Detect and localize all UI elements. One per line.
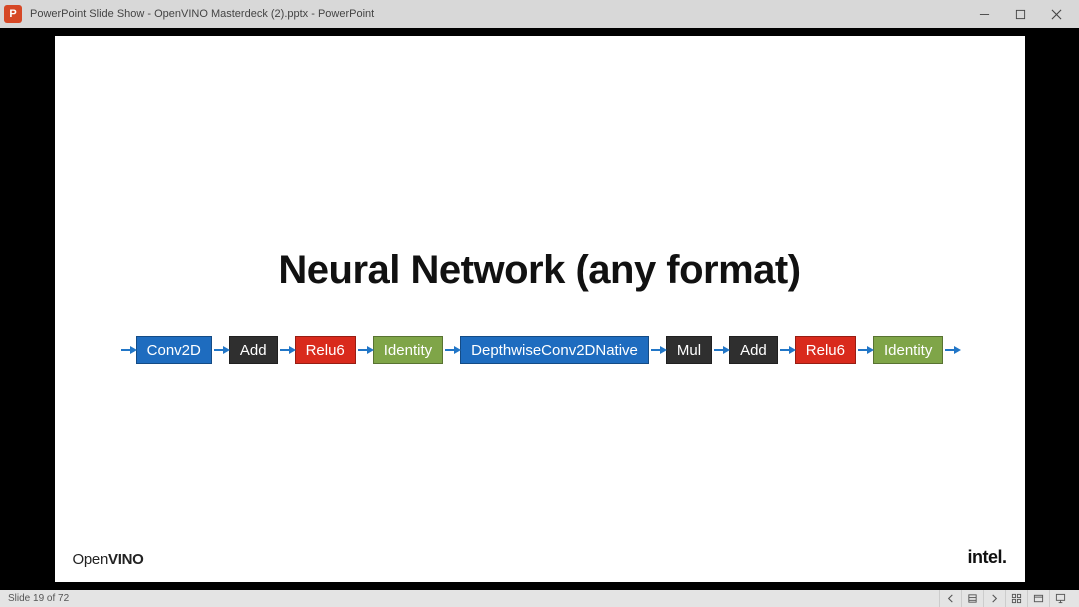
arrow-icon [778, 346, 795, 354]
flow-node: Conv2D [136, 336, 212, 364]
arrow-icon [856, 346, 873, 354]
arrow-icon [212, 346, 229, 354]
menu-button[interactable] [961, 590, 983, 607]
maximize-button[interactable] [1009, 3, 1031, 25]
flow-node: Relu6 [795, 336, 856, 364]
intel-logo: intel. [967, 547, 1006, 568]
prev-slide-button[interactable] [939, 590, 961, 607]
arrow-icon [712, 346, 729, 354]
flow-node: Add [229, 336, 278, 364]
flow-node: Identity [373, 336, 443, 364]
view-all-button[interactable] [1005, 590, 1027, 607]
slide-title: Neural Network (any format) [55, 248, 1025, 293]
flow-node: DepthwiseConv2DNative [460, 336, 649, 364]
slide-area[interactable]: Neural Network (any format) Conv2D Add Rel… [0, 28, 1079, 590]
status-controls [939, 590, 1071, 607]
flow-diagram: Conv2D Add Relu6 Identity DepthwiseConv2DNat… [55, 336, 1025, 364]
zoom-button[interactable] [1027, 590, 1049, 607]
window-controls [973, 3, 1075, 25]
openvino-logo: OpenVINO [73, 551, 144, 568]
presenter-view-button[interactable] [1049, 590, 1071, 607]
arrow-icon [943, 346, 960, 354]
next-slide-button[interactable] [983, 590, 1005, 607]
arrow-icon [649, 346, 666, 354]
flow-node: Add [729, 336, 778, 364]
titlebar: P PowerPoint Slide Show - OpenVINO Maste… [0, 0, 1079, 28]
slide: Neural Network (any format) Conv2D Add Rel… [55, 36, 1025, 582]
flow-node: Identity [873, 336, 943, 364]
window-title: PowerPoint Slide Show - OpenVINO Masterd… [30, 8, 374, 20]
arrow-icon [443, 346, 460, 354]
statusbar: Slide 19 of 72 [0, 590, 1079, 607]
arrow-icon [119, 346, 136, 354]
flow-node: Relu6 [295, 336, 356, 364]
minimize-button[interactable] [973, 3, 995, 25]
arrow-icon [278, 346, 295, 354]
arrow-icon [356, 346, 373, 354]
app-icon: P [4, 5, 22, 23]
slide-counter: Slide 19 of 72 [8, 593, 69, 604]
close-button[interactable] [1045, 3, 1067, 25]
flow-node: Mul [666, 336, 712, 364]
